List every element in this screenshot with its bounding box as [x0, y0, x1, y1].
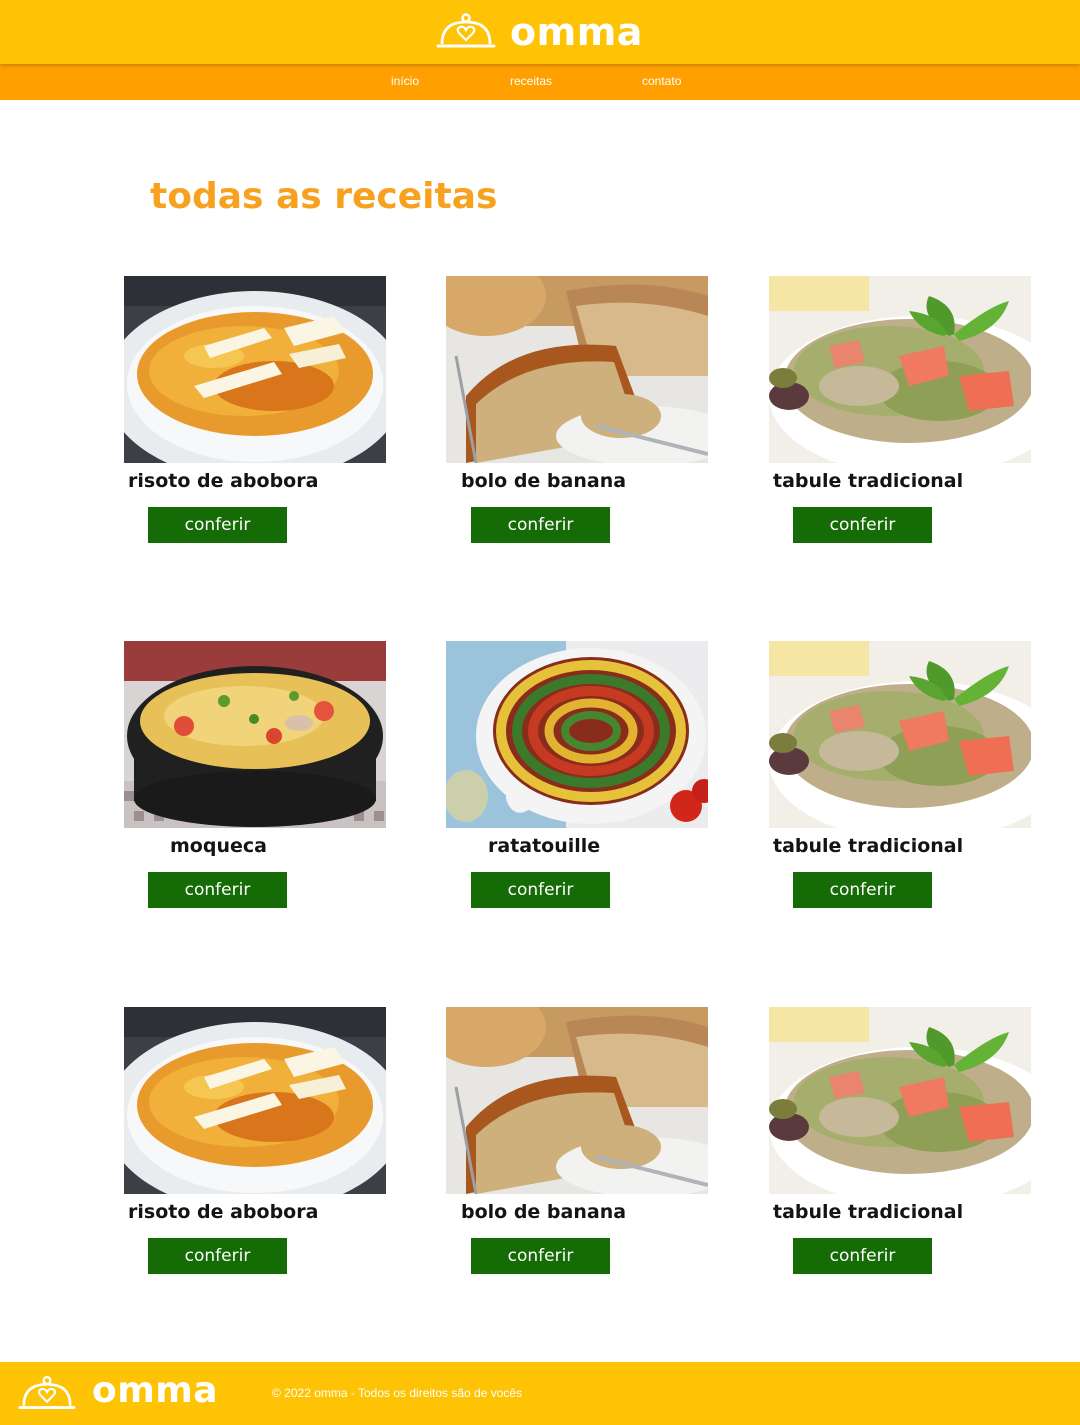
site-header: omma [0, 0, 1080, 64]
recipe-name: bolo de banana [461, 470, 627, 492]
recipe-name: bolo de banana [461, 1201, 627, 1223]
site-footer: omma © 2022 omma - Todos os direitos são… [0, 1362, 1080, 1425]
recipe-photo[interactable] [124, 1007, 386, 1194]
conferir-button[interactable]: conferir [793, 872, 932, 908]
conferir-button[interactable]: conferir [148, 1238, 287, 1274]
conferir-button[interactable]: conferir [471, 872, 610, 908]
recipe-photo[interactable] [769, 1007, 1031, 1194]
recipe-name: risoto de abobora [128, 1201, 319, 1223]
cloche-heart-icon [436, 13, 496, 48]
recipe-name: tabule tradicional [773, 1201, 964, 1223]
nav-link-receitas[interactable]: receitas [510, 74, 552, 88]
conferir-button[interactable]: conferir [793, 507, 932, 543]
nav-link-inicio[interactable]: início [391, 74, 419, 88]
main-nav: início receitas contato [0, 64, 1080, 100]
recipe-photo[interactable] [446, 1007, 708, 1194]
recipe-photo[interactable] [769, 641, 1031, 828]
conferir-button[interactable]: conferir [793, 1238, 932, 1274]
page-title: todas as receitas [150, 176, 498, 217]
conferir-button[interactable]: conferir [148, 872, 287, 908]
recipe-name: tabule tradicional [773, 470, 964, 492]
recipe-photo[interactable] [446, 641, 708, 828]
recipe-name: moqueca [170, 835, 267, 857]
recipe-photo[interactable] [769, 276, 1031, 463]
copyright-text: © 2022 omma - Todos os direitos são de v… [272, 1386, 523, 1400]
nav-link-contato[interactable]: contato [642, 74, 681, 88]
cloche-heart-icon [18, 1375, 76, 1409]
recipe-photo[interactable] [124, 276, 386, 463]
footer-brand-name: omma [92, 1370, 219, 1411]
recipe-name: ratatouille [488, 835, 601, 857]
conferir-button[interactable]: conferir [471, 1238, 610, 1274]
brand-name: omma [510, 10, 643, 54]
conferir-button[interactable]: conferir [148, 507, 287, 543]
conferir-button[interactable]: conferir [471, 507, 610, 543]
recipe-photo[interactable] [124, 641, 386, 828]
recipe-photo[interactable] [446, 276, 708, 463]
recipe-name: risoto de abobora [128, 470, 319, 492]
recipe-name: tabule tradicional [773, 835, 964, 857]
header-brand[interactable]: omma [436, 10, 643, 54]
